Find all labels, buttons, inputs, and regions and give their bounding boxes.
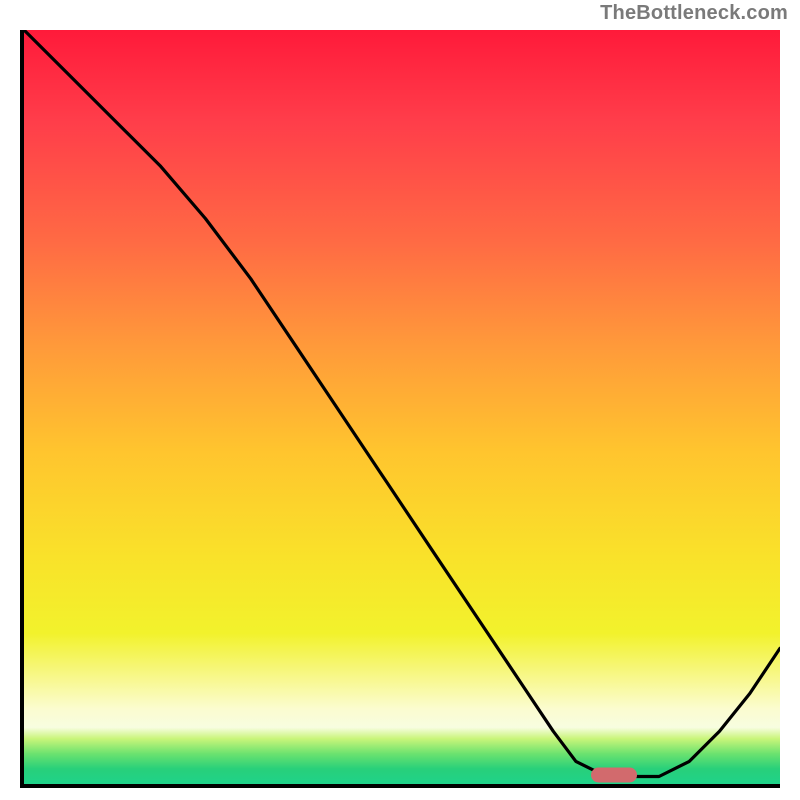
marker-pill (591, 767, 637, 782)
chart-canvas: TheBottleneck.com (0, 0, 800, 800)
curve-path (24, 30, 780, 777)
watermark-text: TheBottleneck.com (600, 2, 788, 25)
curve-svg (24, 30, 780, 784)
plot-area (24, 30, 780, 784)
